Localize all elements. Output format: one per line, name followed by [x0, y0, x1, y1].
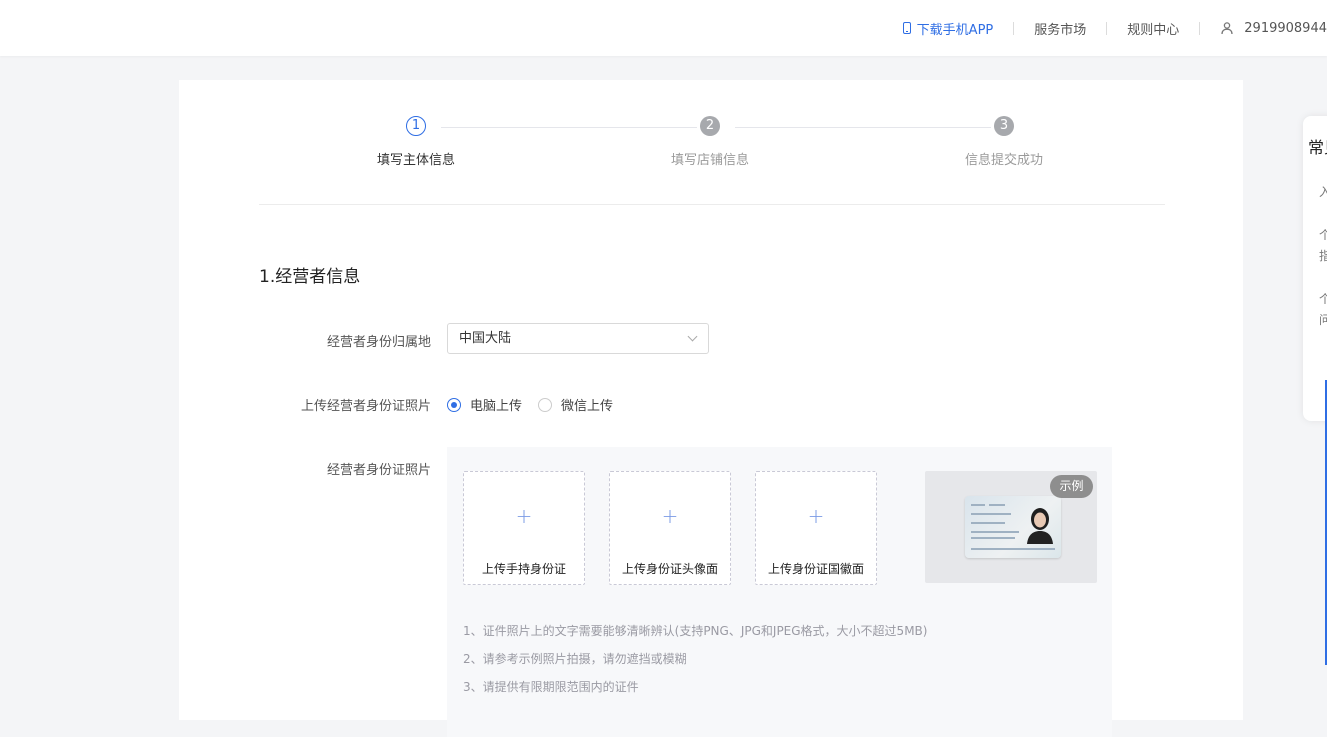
note-item: 2、请参考示例照片拍摄，请勿遮挡或模糊 — [463, 652, 687, 666]
progress-steps: 1 填写主体信息 2 填写店铺信息 3 信息提交成功 — [179, 80, 1243, 205]
step-1-label: 填写主体信息 — [376, 153, 455, 168]
plus-icon: + — [661, 504, 679, 528]
upload-caption: 上传手持身份证 — [481, 562, 566, 576]
plus-icon: + — [515, 504, 533, 528]
faq-item[interactable]: 个 — [1319, 226, 1327, 243]
steps-divider — [259, 204, 1165, 205]
radio-wechat-upload[interactable]: 微信上传 — [538, 395, 613, 414]
faq-item[interactable]: 问 — [1319, 311, 1327, 328]
faq-item[interactable]: 个 — [1319, 290, 1327, 307]
id-card-line — [971, 522, 1005, 524]
region-label: 经营者身份归属地 — [326, 335, 431, 350]
step-1: 1 填写主体信息 — [356, 116, 476, 168]
main-card: 1 填写主体信息 2 填写店铺信息 3 信息提交成功 1.经营者信息 经营者身份… — [179, 80, 1243, 737]
step-3: 3 信息提交成功 — [944, 116, 1064, 168]
radio-unchecked-icon — [538, 397, 553, 412]
example-tag: 示例 — [1050, 475, 1093, 498]
id-photo-upload-panel: + 上传手持身份证 + 上传身份证头像面 + 上传身份证国徽面 示例 1、证件照… — [447, 447, 1112, 737]
user-id: 2919908944 — [1244, 20, 1327, 36]
id-photo-label: 经营者身份证照片 — [326, 463, 431, 478]
download-app-label: 下载手机APP — [916, 22, 994, 38]
nav-divider — [1199, 21, 1201, 35]
radio-computer-upload[interactable]: 电脑上传 — [447, 395, 522, 414]
step-2-label: 填写店铺信息 — [670, 153, 749, 168]
id-card-line — [971, 531, 1019, 533]
id-card-illustration — [965, 496, 1061, 558]
note-item: 3、请提供有限期限范围内的证件 — [463, 680, 639, 694]
id-card-line — [971, 513, 1011, 515]
upload-id-emblem-side-button[interactable]: + 上传身份证国徽面 — [755, 471, 877, 585]
step-3-number: 3 — [994, 116, 1014, 136]
radio-computer-upload-label: 电脑上传 — [470, 399, 523, 414]
nav-divider — [1106, 21, 1108, 35]
upload-method-label: 上传经营者身份证照片 — [300, 399, 431, 414]
radio-wechat-upload-label: 微信上传 — [561, 399, 614, 414]
top-nav: 下载手机APP 服务市场 规则中心 2919908944 — [902, 0, 1327, 56]
section-title: 1.经营者信息 — [259, 267, 361, 287]
user-account[interactable]: 2919908944 — [1220, 21, 1327, 36]
download-app-link[interactable]: 下载手机APP — [902, 19, 994, 38]
upload-caption: 上传身份证头像面 — [621, 562, 718, 576]
upload-notes: 1、证件照片上的文字需要能够清晰辨认(支持PNG、JPG和JPEG格式，大小不超… — [463, 617, 927, 701]
upload-id-portrait-side-button[interactable]: + 上传身份证头像面 — [609, 471, 731, 585]
faq-panel-title: 常见 — [1308, 138, 1327, 157]
region-select-value: 中国大陆 — [459, 331, 512, 346]
faq-item[interactable]: 入 — [1319, 183, 1327, 200]
portrait-photo — [1027, 508, 1053, 544]
nav-divider — [1013, 21, 1015, 35]
id-card-line — [971, 537, 1015, 539]
upload-caption: 上传身份证国徽面 — [767, 562, 864, 576]
rules-center-link[interactable]: 规则中心 — [1127, 19, 1179, 38]
plus-icon: + — [807, 504, 825, 528]
radio-checked-icon — [447, 397, 461, 412]
upload-method-radio-group: 电脑上传 微信上传 — [447, 395, 629, 414]
upload-handheld-id-button[interactable]: + 上传手持身份证 — [463, 471, 585, 585]
id-card-line — [989, 504, 1005, 506]
note-item: 1、证件照片上的文字需要能够清晰辨认(支持PNG、JPG和JPEG格式，大小不超… — [463, 624, 928, 638]
step-2: 2 填写店铺信息 — [650, 116, 770, 168]
faq-item[interactable]: 指 — [1319, 247, 1327, 264]
user-icon — [1221, 22, 1233, 35]
id-card-line — [971, 504, 985, 506]
step-2-number: 2 — [700, 116, 720, 136]
phone-icon — [902, 22, 911, 34]
service-market-link[interactable]: 服务市场 — [1034, 19, 1086, 38]
faq-side-panel[interactable]: 常见 入 个 指 个 问 — [1303, 116, 1327, 421]
region-select[interactable]: 中国大陆 — [447, 323, 709, 354]
step-3-label: 信息提交成功 — [964, 153, 1043, 168]
top-header: 下载手机APP 服务市场 规则中心 2919908944 — [0, 0, 1327, 56]
example-id-image: 示例 — [925, 471, 1097, 583]
step-1-number: 1 — [406, 116, 426, 136]
chevron-down-icon — [687, 331, 698, 342]
id-card-line — [971, 548, 1055, 550]
